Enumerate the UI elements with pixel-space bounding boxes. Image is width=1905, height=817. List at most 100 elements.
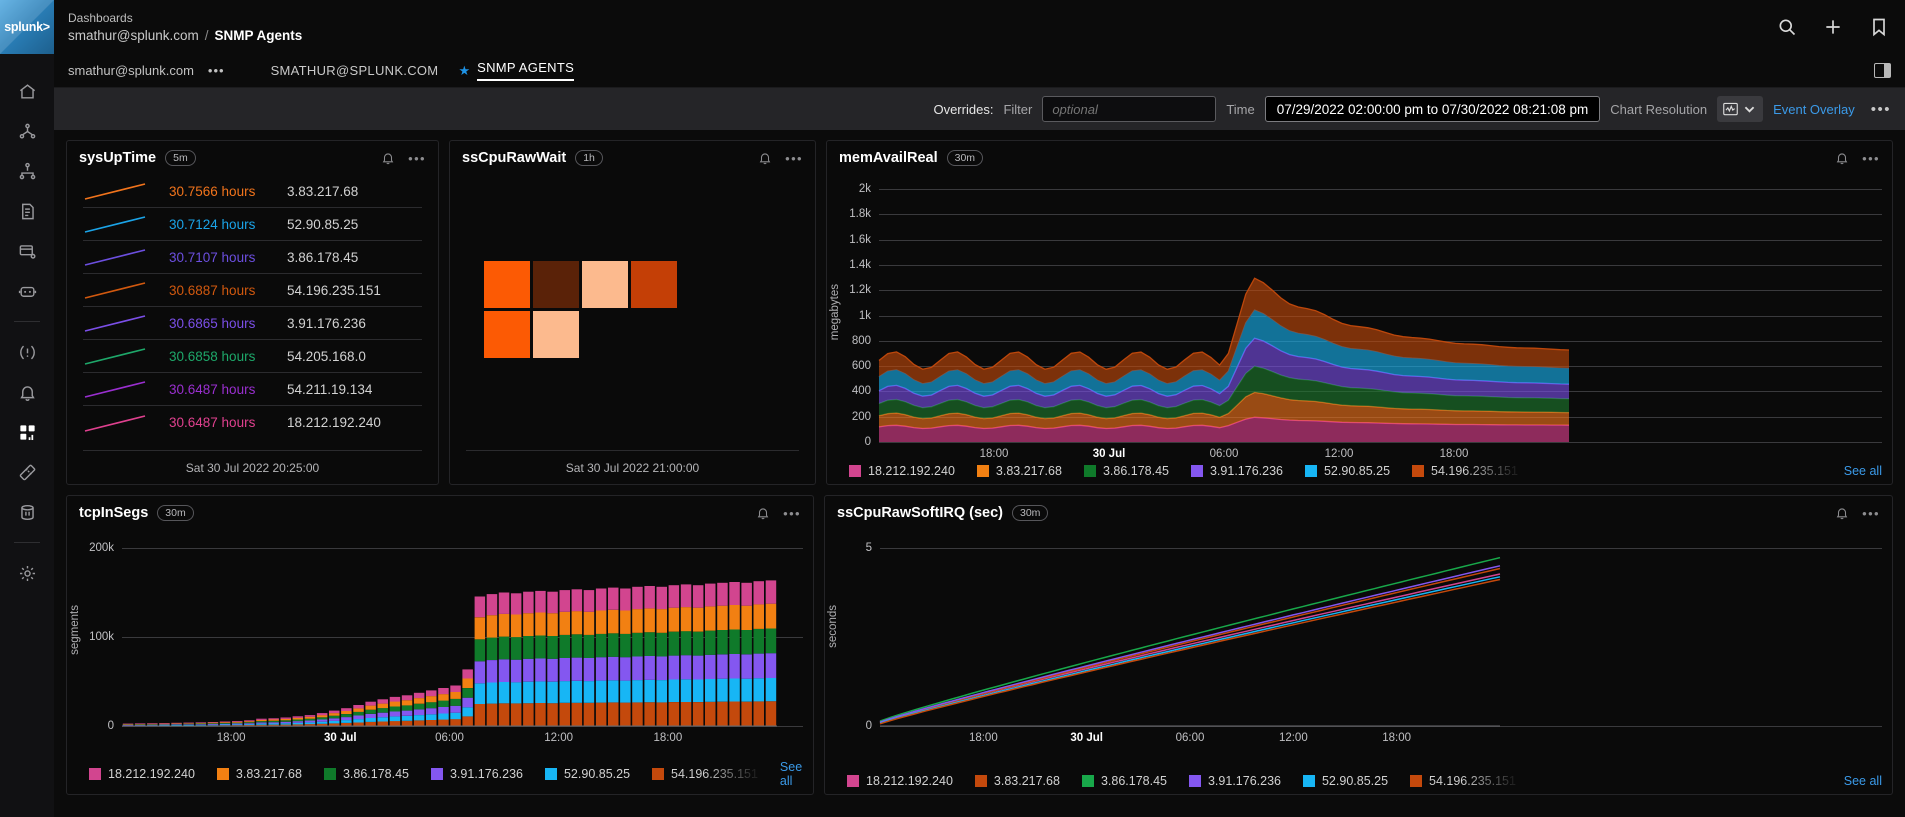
legend-item[interactable]: 3.83.217.68 xyxy=(977,464,1062,478)
dashboard-row-2: tcpInSegs 30m ••• 0100k200ksegments18:00… xyxy=(66,495,1893,795)
table-row[interactable]: 30.7107 hours3.86.178.45 xyxy=(83,241,422,274)
sidebar-item-home[interactable] xyxy=(10,76,44,106)
legend-label: 52.90.85.25 xyxy=(564,767,630,781)
chevron-down-icon xyxy=(1742,102,1757,116)
bell-icon[interactable] xyxy=(1835,151,1849,165)
main-area: Dashboards smathur@splunk.com / SNMP Age… xyxy=(54,0,1905,817)
see-all-link[interactable]: See all xyxy=(780,760,803,788)
tab-user[interactable]: smathur@splunk.com xyxy=(68,63,194,78)
legend-item[interactable]: 3.91.176.236 xyxy=(1191,464,1283,478)
sidebar-item-notifications[interactable] xyxy=(10,377,44,407)
panel-menu-icon[interactable]: ••• xyxy=(783,506,801,521)
see-all-link[interactable]: See all xyxy=(1844,774,1882,788)
bar-chart: 0100k200ksegments18:0030 Jul06:0012:0018… xyxy=(67,530,813,794)
legend-item[interactable]: 52.90.85.25 xyxy=(1303,774,1388,788)
table-row[interactable]: 30.6487 hours18.212.192.240 xyxy=(83,406,422,439)
treemap-tile[interactable] xyxy=(484,261,530,308)
left-nav-rail: splunk> xyxy=(0,0,54,817)
splunk-logo[interactable]: splunk> xyxy=(0,0,54,54)
rail-divider xyxy=(14,321,40,322)
panel-badge: 5m xyxy=(165,150,196,166)
chart-resolution-dropdown[interactable] xyxy=(1717,96,1763,122)
app-root: splunk> xyxy=(0,0,1905,817)
sidebar-item-topology[interactable] xyxy=(10,116,44,146)
see-all-link[interactable]: See all xyxy=(1844,464,1882,478)
tab-overflow-icon[interactable]: ••• xyxy=(208,63,225,78)
legend-item[interactable]: 18.212.192.240 xyxy=(89,767,195,781)
treemap-tile[interactable] xyxy=(631,261,677,308)
treemap-tile[interactable] xyxy=(533,311,579,358)
legend-item[interactable]: 3.83.217.68 xyxy=(217,767,302,781)
event-overlay-link[interactable]: Event Overlay xyxy=(1773,102,1855,117)
breadcrumb-section[interactable]: Dashboards xyxy=(68,11,302,25)
panel-tcpinsegs: tcpInSegs 30m ••• 0100k200ksegments18:00… xyxy=(66,495,814,795)
legend-label: 3.86.178.45 xyxy=(343,767,409,781)
side-panel-toggle-icon[interactable] xyxy=(1874,63,1891,78)
legend-item[interactable]: 3.86.178.45 xyxy=(1084,464,1169,478)
table-row[interactable]: 30.6887 hours54.196.235.151 xyxy=(83,274,422,307)
table-row[interactable]: 30.6865 hours3.91.176.236 xyxy=(83,307,422,340)
sidebar-item-metrics[interactable] xyxy=(10,457,44,487)
panel-menu-icon[interactable]: ••• xyxy=(408,151,426,166)
sidebar-item-hierarchy[interactable] xyxy=(10,156,44,186)
sidebar-item-infrastructure[interactable] xyxy=(10,236,44,266)
bell-icon[interactable] xyxy=(381,151,395,165)
legend-label: 54.196.235.151 xyxy=(671,767,758,781)
more-menu-icon[interactable]: ••• xyxy=(1865,101,1891,118)
tab-snmp-agents[interactable]: SNMP AGENTS xyxy=(477,60,574,81)
bookmark-icon[interactable] xyxy=(1869,17,1889,37)
panel-header: memAvailReal 30m ••• xyxy=(827,141,1892,175)
table-row[interactable]: 30.7124 hours52.90.85.25 xyxy=(83,208,422,241)
legend-item[interactable]: 54.196.235.151 xyxy=(652,767,758,781)
overrides-label: Overrides: xyxy=(933,102,993,117)
time-range-picker[interactable]: 07/29/2022 02:00:00 pm to 07/30/2022 08:… xyxy=(1265,96,1601,122)
legend-item[interactable]: 54.196.235.151 xyxy=(1412,464,1518,478)
sidebar-item-dashboards[interactable] xyxy=(10,417,44,447)
star-icon[interactable]: ★ xyxy=(458,63,470,79)
panel-menu-icon[interactable]: ••• xyxy=(1862,151,1880,166)
dashboard-row-1: sysUpTime 5m ••• 30.7566 hours3.83.217.6… xyxy=(66,140,1893,485)
plus-icon[interactable] xyxy=(1823,17,1843,37)
legend-item[interactable]: 3.91.176.236 xyxy=(1189,774,1281,788)
table-row[interactable]: 30.6487 hours54.211.19.134 xyxy=(83,373,422,406)
panel-menu-icon[interactable]: ••• xyxy=(1862,506,1880,521)
uptime-value: 30.6487 hours xyxy=(169,415,287,430)
top-bar-actions xyxy=(1777,17,1889,37)
search-icon[interactable] xyxy=(1777,17,1797,37)
legend-item[interactable]: 52.90.85.25 xyxy=(1305,464,1390,478)
sidebar-item-data[interactable] xyxy=(10,497,44,527)
sidebar-item-logs[interactable] xyxy=(10,196,44,226)
treemap-tile[interactable] xyxy=(582,261,628,308)
legend-label: 54.196.235.151 xyxy=(1431,464,1518,478)
tab-app[interactable]: SMATHUR@SPLUNK.COM xyxy=(271,63,439,78)
sidebar-item-alerts[interactable] xyxy=(10,337,44,367)
legend-item[interactable]: 52.90.85.25 xyxy=(545,767,630,781)
sparkline xyxy=(83,379,169,399)
time-label: Time xyxy=(1226,102,1254,117)
legend-item[interactable]: 3.91.176.236 xyxy=(431,767,523,781)
legend-swatch xyxy=(977,465,989,477)
legend-item[interactable]: 3.83.217.68 xyxy=(975,774,1060,788)
legend-item[interactable]: 18.212.192.240 xyxy=(847,774,953,788)
bell-icon[interactable] xyxy=(1835,506,1849,520)
panel-body: 05seconds18:0030 Jul06:0012:0018:0018.21… xyxy=(825,530,1892,794)
filter-input[interactable] xyxy=(1042,96,1216,122)
legend-item[interactable]: 54.196.235.151 xyxy=(1410,774,1516,788)
legend-swatch xyxy=(975,775,987,787)
sparkline xyxy=(83,413,169,433)
legend-item[interactable]: 18.212.192.240 xyxy=(849,464,955,478)
host-address: 3.91.176.236 xyxy=(287,316,366,331)
bell-icon[interactable] xyxy=(758,151,772,165)
breadcrumb-user[interactable]: smathur@splunk.com xyxy=(68,28,199,43)
legend-item[interactable]: 3.86.178.45 xyxy=(324,767,409,781)
treemap-tile[interactable] xyxy=(484,311,530,358)
table-row[interactable]: 30.6858 hours54.205.168.0 xyxy=(83,340,422,373)
treemap-tile[interactable] xyxy=(533,261,579,308)
sidebar-item-settings[interactable] xyxy=(10,558,44,588)
bell-icon[interactable] xyxy=(756,506,770,520)
legend-swatch xyxy=(1082,775,1094,787)
legend-item[interactable]: 3.86.178.45 xyxy=(1082,774,1167,788)
table-row[interactable]: 30.7566 hours3.83.217.68 xyxy=(83,175,422,208)
sidebar-item-synthetics[interactable] xyxy=(10,276,44,306)
panel-menu-icon[interactable]: ••• xyxy=(785,151,803,166)
